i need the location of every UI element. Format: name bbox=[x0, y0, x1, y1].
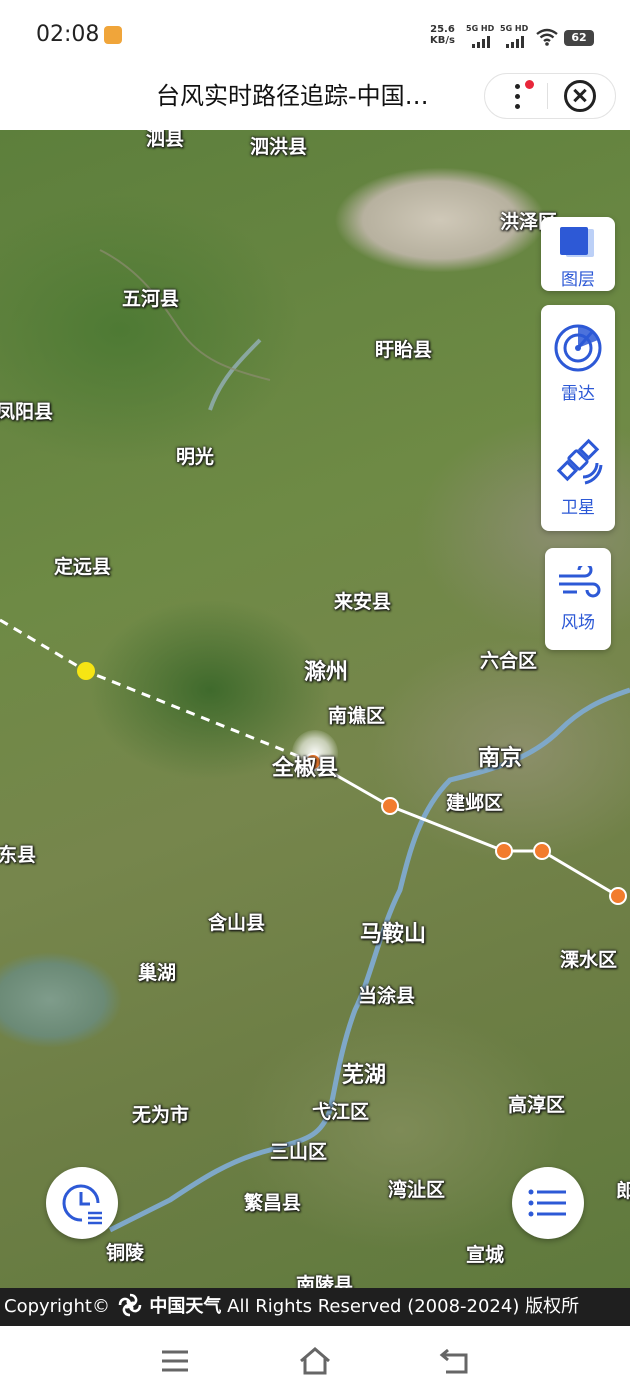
place-label: 南陵县 bbox=[296, 1274, 354, 1288]
place-label: 盱眙县 bbox=[375, 339, 433, 361]
radar-button[interactable]: 雷达 bbox=[541, 305, 615, 417]
track-point[interactable] bbox=[495, 842, 513, 860]
place-label: 明光 bbox=[176, 446, 215, 468]
radar-label: 雷达 bbox=[561, 384, 595, 404]
place-label: 繁昌县 bbox=[244, 1192, 302, 1214]
place-label: 含山县 bbox=[208, 912, 266, 934]
status-bar: 02:08 25.6 KB/s 5G HD 5G HD 62 bbox=[0, 0, 630, 72]
place-label: 泗洪县 bbox=[250, 136, 308, 158]
place-label: 溧水区 bbox=[560, 949, 618, 971]
place-label: 铜陵 bbox=[106, 1242, 145, 1264]
place-label: 定远县 bbox=[54, 556, 112, 578]
menu-icon[interactable] bbox=[158, 1346, 192, 1376]
place-label: 来安县 bbox=[334, 591, 392, 613]
more-dot-icon bbox=[515, 94, 520, 99]
layers-label: 图层 bbox=[561, 270, 595, 290]
home-icon[interactable] bbox=[298, 1346, 332, 1376]
wind-label: 风场 bbox=[561, 613, 595, 633]
place-label: 无为市 bbox=[132, 1104, 190, 1126]
network-speed: 25.6 KB/s bbox=[430, 24, 455, 46]
place-label: 弋江区 bbox=[312, 1101, 370, 1123]
place-label: 当涂县 bbox=[358, 985, 416, 1007]
place-label: 滁州 bbox=[304, 660, 349, 685]
place-label: 三山区 bbox=[270, 1141, 328, 1163]
place-label: 高淳区 bbox=[508, 1094, 566, 1116]
more-dot-icon bbox=[515, 104, 520, 109]
place-label: 南谯区 bbox=[328, 705, 386, 727]
wifi-icon bbox=[536, 28, 558, 46]
place-label: 泗县 bbox=[146, 130, 185, 150]
place-label: 湾沚区 bbox=[388, 1179, 446, 1201]
place-label: 全椒县 bbox=[272, 756, 339, 781]
place-label: 马鞍山 bbox=[360, 922, 427, 947]
network-speed-value: 25.6 bbox=[430, 24, 455, 35]
place-label: 郎 bbox=[616, 1180, 630, 1202]
radar-icon bbox=[554, 324, 602, 372]
place-label: 南京 bbox=[478, 746, 523, 771]
more-menu-button[interactable] bbox=[500, 76, 540, 116]
typhoon-forecast-track bbox=[0, 618, 314, 764]
place-label: 六合区 bbox=[480, 650, 538, 672]
radar-satellite-group: 雷达 卫星 bbox=[541, 305, 615, 531]
place-label: 东县 bbox=[0, 844, 37, 866]
track-point[interactable] bbox=[381, 797, 399, 815]
network-speed-unit: KB/s bbox=[430, 35, 455, 46]
wind-field-button[interactable]: 风场 bbox=[545, 548, 611, 650]
history-button[interactable] bbox=[46, 1167, 118, 1239]
layers-icon bbox=[560, 227, 594, 257]
back-icon[interactable] bbox=[438, 1346, 472, 1376]
copyright-rights: All Rights Reserved (2008-2024) 版权所 bbox=[227, 1296, 580, 1317]
clock-list-icon bbox=[62, 1184, 102, 1225]
satellite-icon bbox=[556, 438, 603, 485]
copyright-prefix: Copyright© bbox=[4, 1296, 110, 1317]
wind-icon bbox=[559, 566, 601, 598]
sim1-signal-icon bbox=[472, 36, 492, 48]
typhoon-list-button[interactable] bbox=[512, 1167, 584, 1239]
place-label: 巢湖 bbox=[138, 962, 177, 984]
typhoon-map[interactable]: 泗县 泗洪县 洪泽区 五河县 盱眙县 凤阳县 明光 定远县 来安县 滁州 南谯区… bbox=[0, 130, 630, 1288]
place-label: 五河县 bbox=[122, 288, 180, 310]
status-time: 02:08 bbox=[36, 22, 100, 47]
place-label: 建邺区 bbox=[446, 792, 504, 814]
more-dot-icon bbox=[515, 84, 520, 89]
app-notification-icon bbox=[104, 26, 122, 44]
capsule-divider bbox=[547, 83, 548, 109]
page-title: 台风实时路径追踪-中国… bbox=[156, 82, 429, 110]
layers-button[interactable]: 图层 bbox=[541, 217, 615, 291]
track-point[interactable] bbox=[609, 887, 627, 905]
place-label: 芜湖 bbox=[342, 1063, 387, 1088]
close-icon[interactable] bbox=[564, 80, 596, 112]
road-line bbox=[99, 249, 271, 381]
weather-logo-icon bbox=[118, 1293, 141, 1317]
sim2-signal-icon bbox=[506, 36, 526, 48]
typhoon-history-track bbox=[312, 760, 619, 898]
track-point[interactable] bbox=[533, 842, 551, 860]
place-label: 宣城 bbox=[466, 1244, 505, 1266]
notification-badge bbox=[525, 80, 534, 89]
sim1-label: 5G HD bbox=[466, 24, 495, 33]
list-icon bbox=[528, 1189, 566, 1217]
copyright-bar: Copyright© 中国天气 All Rights Reserved (200… bbox=[0, 1288, 630, 1326]
copyright-brand: 中国天气 bbox=[149, 1296, 222, 1317]
place-label: 凤阳县 bbox=[0, 401, 54, 423]
app-screen: 02:08 25.6 KB/s 5G HD 5G HD 62 台风实时路径追踪-… bbox=[0, 0, 630, 1400]
satellite-button[interactable]: 卫星 bbox=[541, 419, 615, 531]
forecast-point[interactable] bbox=[77, 662, 95, 680]
yangtze-river bbox=[108, 687, 630, 1233]
sim2-label: 5G HD bbox=[500, 24, 529, 33]
battery-indicator: 62 bbox=[564, 30, 594, 46]
satellite-label: 卫星 bbox=[561, 498, 595, 518]
